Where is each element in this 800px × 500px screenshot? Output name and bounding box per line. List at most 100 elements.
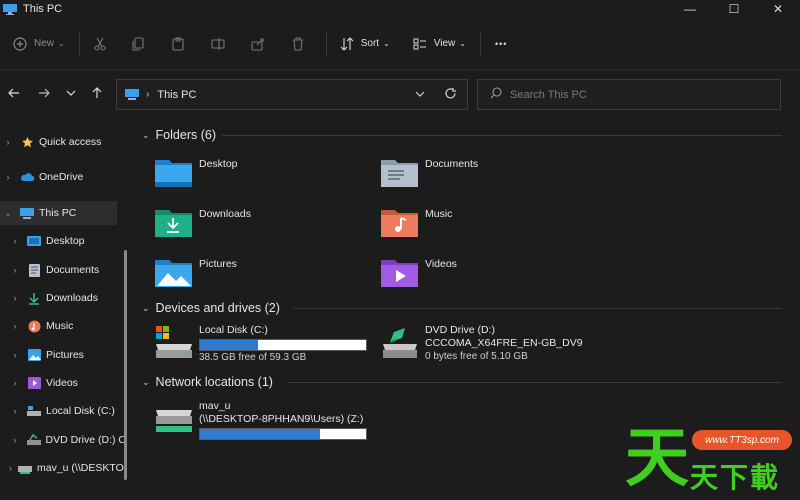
close-button[interactable]: ✕ [756, 0, 800, 18]
minimize-button[interactable]: — [668, 0, 712, 18]
sidebar-item-local-disk[interactable]: › Local Disk (C:) [0, 399, 126, 423]
watermark-url: www.TT3sp.com [692, 430, 792, 450]
folder-videos[interactable]: Videos [380, 254, 600, 298]
sidebar-item-music[interactable]: › Music [0, 314, 126, 338]
sidebar-item-label: Documents [46, 264, 100, 276]
storage-usage-bar [199, 428, 367, 440]
sidebar-item-desktop[interactable]: › Desktop [0, 229, 126, 253]
devices-group-header[interactable]: ⌄ Devices and drives (2) [142, 301, 280, 315]
view-label: View [433, 38, 456, 49]
drive-local-disk-c[interactable]: Local Disk (C:) 38.5 GB free of 59.3 GB [154, 324, 367, 364]
expand-chevron-icon[interactable]: › [9, 236, 21, 246]
sidebar-item-this-pc[interactable]: ⌄ This PC [0, 201, 117, 225]
more-button[interactable]: ••• [495, 29, 507, 59]
collapse-chevron-icon[interactable]: ⌄ [2, 208, 14, 219]
maximize-button[interactable]: ☐ [712, 0, 756, 18]
divider [294, 308, 782, 309]
sidebar-item-label: mav_u (\\DESKTOP [37, 462, 126, 474]
folder-downloads[interactable]: Downloads [154, 204, 374, 248]
pc-icon [20, 206, 34, 220]
sidebar-item-label: DVD Drive (D:) C [45, 434, 127, 446]
sidebar-item-videos[interactable]: › Videos [0, 371, 126, 395]
sidebar-item-label: This PC [39, 207, 77, 219]
search-input[interactable] [510, 88, 760, 101]
expand-chevron-icon[interactable]: › [9, 321, 21, 331]
copy-icon [130, 36, 146, 52]
folder-label: Music [425, 208, 453, 220]
expand-chevron-icon[interactable]: › [9, 463, 12, 473]
folder-music[interactable]: Music [380, 204, 600, 248]
up-arrow-icon[interactable] [87, 83, 107, 103]
sidebar-item-dvd-drive[interactable]: › DVD Drive (D:) C [0, 428, 126, 452]
folder-desktop[interactable]: Desktop [154, 154, 374, 198]
storage-usage-fill [200, 340, 259, 350]
share-button[interactable] [250, 29, 266, 59]
delete-button[interactable] [290, 29, 306, 59]
expand-chevron-icon[interactable]: › [9, 406, 21, 416]
address-dropdown-icon[interactable] [415, 89, 425, 102]
sort-icon [339, 36, 355, 52]
recent-locations-chevron-icon[interactable] [61, 83, 81, 103]
rename-button[interactable] [210, 29, 226, 59]
storage-usage-bar [199, 339, 367, 351]
expand-chevron-icon[interactable]: › [9, 293, 21, 303]
paste-button[interactable] [170, 29, 186, 59]
expand-chevron-icon[interactable]: › [9, 265, 21, 275]
videos-folder-icon [381, 260, 418, 287]
command-bar: New ⌄ Sort ⌄ View ⌄ ••• [0, 18, 800, 70]
dvd-drive-icon [26, 433, 41, 447]
sidebar-item-label: Videos [46, 377, 78, 389]
local-disk-icon [27, 404, 41, 418]
new-button[interactable]: New ⌄ [12, 29, 65, 59]
expand-chevron-icon[interactable]: › [9, 350, 21, 360]
search-icon [490, 87, 502, 102]
local-disk-icon [156, 326, 192, 358]
expand-chevron-icon[interactable]: › [2, 137, 14, 147]
documents-icon [27, 263, 41, 277]
folder-label: Videos [425, 258, 457, 270]
folder-label: Downloads [199, 208, 251, 220]
address-bar[interactable]: › This PC [116, 79, 468, 110]
sidebar-item-pictures[interactable]: › Pictures [0, 343, 126, 367]
expand-chevron-icon[interactable]: › [9, 435, 21, 445]
cut-button[interactable] [92, 29, 108, 59]
pc-icon [125, 89, 139, 100]
sidebar-item-quick-access[interactable]: › Quick access [0, 130, 126, 154]
collapse-chevron-icon[interactable]: ⌄ [142, 130, 150, 141]
collapse-chevron-icon[interactable]: ⌄ [142, 377, 150, 388]
network-drive-z[interactable]: mav_u (\\DESKTOP-8PHHAN9\Users) (Z:) [154, 400, 367, 440]
view-button[interactable]: View ⌄ [412, 29, 466, 59]
videos-icon [27, 376, 41, 390]
folder-label: Documents [425, 158, 479, 170]
expand-chevron-icon[interactable]: › [2, 172, 14, 182]
back-arrow-icon[interactable] [4, 83, 24, 103]
devices-header-label: Devices and drives (2) [155, 301, 280, 315]
forward-arrow-icon[interactable] [34, 83, 54, 103]
sidebar-item-documents[interactable]: › Documents [0, 258, 126, 282]
sidebar-item-downloads[interactable]: › Downloads [0, 286, 126, 310]
sidebar-item-network-drive[interactable]: › mav_u (\\DESKTOP [0, 456, 126, 480]
folders-group-header[interactable]: ⌄ Folders (6) [142, 128, 216, 142]
sidebar-item-label: Desktop [46, 235, 85, 247]
sort-label: Sort [360, 38, 380, 49]
folder-documents[interactable]: Documents [380, 154, 600, 198]
sort-button[interactable]: Sort ⌄ [339, 29, 390, 59]
breadcrumb-this-pc[interactable]: This PC [157, 89, 196, 101]
drive-name: Local Disk (C:) [199, 324, 268, 336]
drive-dvd-d[interactable]: DVD Drive (D:) CCCOMA_X64FRE_EN-GB_DV9 0… [380, 324, 583, 363]
collapse-chevron-icon[interactable]: ⌄ [142, 303, 150, 314]
sidebar-scrollbar[interactable] [124, 250, 127, 480]
copy-button[interactable] [130, 29, 146, 59]
documents-folder-icon [381, 160, 418, 187]
chevron-down-icon: ⌄ [383, 39, 390, 48]
folder-pictures[interactable]: Pictures [154, 254, 374, 298]
expand-chevron-icon[interactable]: › [9, 378, 21, 388]
address-row: › This PC [0, 70, 800, 118]
sidebar-item-onedrive[interactable]: › OneDrive [0, 165, 126, 189]
clipboard-icon [170, 36, 186, 52]
search-box[interactable] [477, 79, 781, 110]
refresh-icon[interactable] [444, 87, 457, 103]
cloud-icon [20, 170, 34, 184]
network-group-header[interactable]: ⌄ Network locations (1) [142, 375, 273, 389]
drive-volume-label: CCCOMA_X64FRE_EN-GB_DV9 [425, 337, 583, 349]
